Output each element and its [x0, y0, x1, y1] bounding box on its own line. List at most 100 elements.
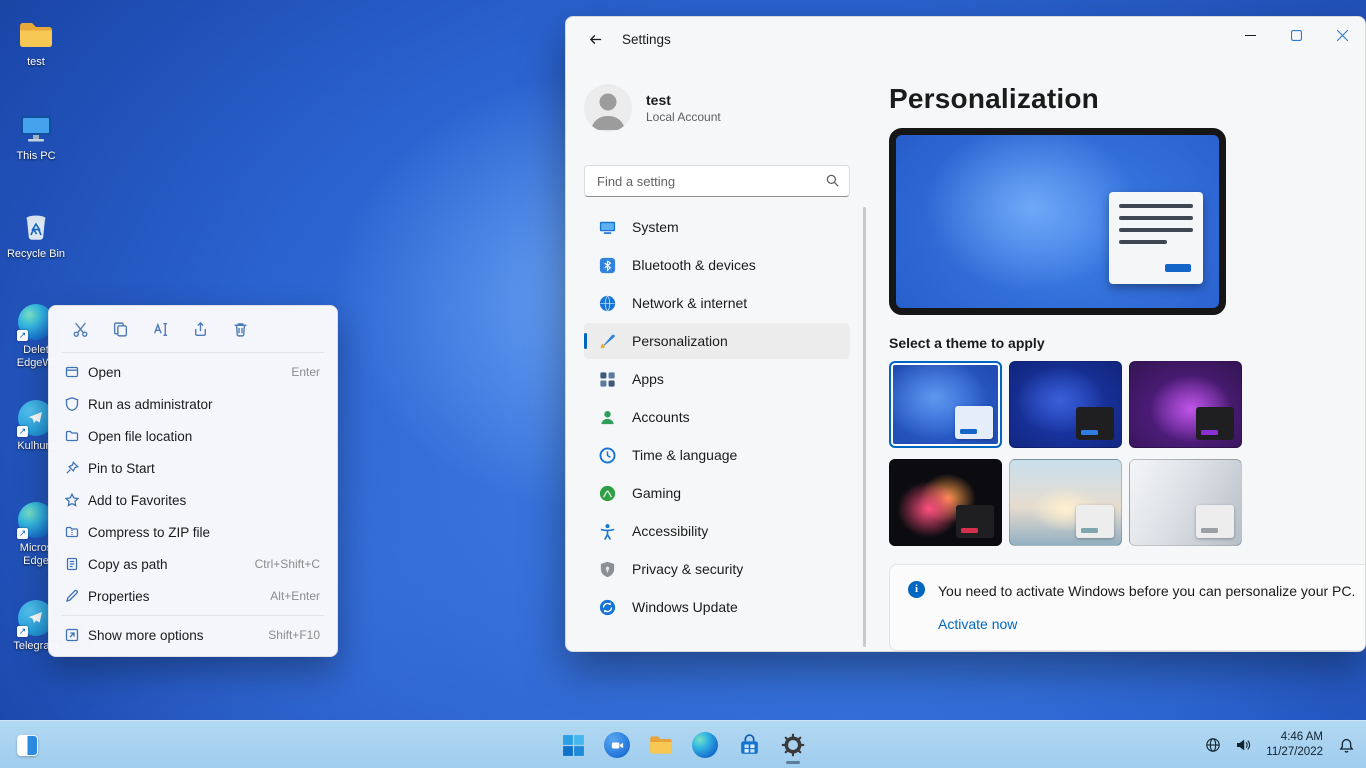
file-explorer-button[interactable]	[641, 725, 681, 765]
theme-thumbnail-6[interactable]	[1129, 459, 1242, 546]
widgets-icon[interactable]	[10, 729, 44, 761]
mock-accent-bar	[1165, 264, 1191, 272]
menu-item-copy-as-path[interactable]: Copy as path Ctrl+Shift+C	[54, 548, 332, 580]
menu-item-compress-to-zip[interactable]: Compress to ZIP file	[54, 516, 332, 548]
edge-button[interactable]	[685, 725, 725, 765]
account-type: Local Account	[646, 110, 721, 124]
sidebar-item-label: System	[632, 219, 679, 235]
theme-thumbnail-5[interactable]	[1009, 459, 1122, 546]
preview-mock-window	[1109, 192, 1203, 284]
windows-logo-icon	[562, 734, 584, 756]
menu-item-properties[interactable]: Properties Alt+Enter	[54, 580, 332, 612]
sidebar-item-accessibility[interactable]: Accessibility	[584, 513, 850, 549]
menu-item-shortcut: Enter	[291, 365, 320, 379]
settings-nav: System Bluetooth & devices Network & int…	[584, 209, 850, 625]
sidebar-item-bluetooth-devices[interactable]: Bluetooth & devices	[584, 247, 850, 283]
maximize-button[interactable]	[1273, 17, 1319, 53]
menu-item-label: Show more options	[88, 627, 204, 643]
menu-item-label: Open	[88, 364, 122, 380]
desktop-icon-test-folder[interactable]: test	[0, 14, 72, 69]
theme-thumbnail-4[interactable]	[889, 459, 1002, 546]
settings-search-box	[584, 165, 850, 197]
chat-button[interactable]	[597, 725, 637, 765]
menu-item-shortcut: Shift+F10	[268, 628, 320, 642]
mock-text-line	[1119, 216, 1193, 220]
sidebar-item-apps[interactable]: Apps	[584, 361, 850, 397]
delete-button[interactable]	[224, 314, 257, 344]
shortcut-arrow-icon: ↗	[17, 426, 28, 437]
context-menu-quick-actions	[54, 311, 332, 349]
close-button[interactable]	[1319, 17, 1365, 53]
notification-bell-icon[interactable]	[1333, 732, 1360, 759]
desktop-icon-recycle-bin[interactable]: Recycle Bin	[0, 206, 72, 261]
theme-section-label: Select a theme to apply	[889, 335, 1045, 351]
sidebar-item-label: Time & language	[632, 447, 738, 463]
copy-button[interactable]	[104, 314, 137, 344]
start-button[interactable]	[553, 725, 593, 765]
sidebar-item-label: Accessibility	[632, 523, 709, 539]
shortcut-arrow-icon: ↗	[17, 528, 28, 539]
apps-grid-icon	[597, 369, 617, 389]
info-icon: i	[908, 581, 925, 598]
menu-item-shortcut: Alt+Enter	[270, 589, 320, 603]
shield-icon	[597, 559, 617, 579]
activate-now-link[interactable]: Activate now	[938, 616, 1017, 632]
theme-mini-window	[1196, 407, 1234, 440]
sidebar-item-label: Bluetooth & devices	[632, 257, 756, 273]
sidebar-item-accounts[interactable]: Accounts	[584, 399, 850, 435]
shortcut-arrow-icon: ↗	[17, 330, 28, 341]
menu-item-open-file-location[interactable]: Open file location	[54, 420, 332, 452]
user-account-row[interactable]: test Local Account	[584, 84, 850, 132]
menu-item-pin-to-start[interactable]: Pin to Start	[54, 452, 332, 484]
microsoft-store-button[interactable]	[729, 725, 769, 765]
theme-thumbnail-2[interactable]	[1009, 361, 1122, 448]
sidebar-item-label: Accounts	[632, 409, 690, 425]
mock-text-line	[1119, 228, 1193, 232]
title-bar: Settings	[566, 17, 1365, 61]
open-icon	[64, 364, 88, 380]
sidebar-item-system[interactable]: System	[584, 209, 850, 245]
date-label: 11/27/2022	[1266, 746, 1323, 758]
search-input[interactable]	[585, 173, 849, 189]
sidebar-item-network-internet[interactable]: Network & internet	[584, 285, 850, 321]
window-controls	[1227, 17, 1365, 53]
split-window-icon	[16, 734, 38, 756]
menu-item-label: Run as administrator	[88, 396, 213, 412]
clipboard-icon	[64, 556, 88, 572]
volume-icon[interactable]	[1230, 732, 1256, 758]
gear-icon	[781, 733, 805, 757]
menu-item-show-more-options[interactable]: Show more options Shift+F10	[54, 619, 332, 651]
desktop-background: test This PC Recycle Bin ↗ Delet EdgeWi …	[0, 0, 1366, 768]
pencil-icon	[64, 588, 88, 604]
sidebar-item-time-language[interactable]: Time & language	[584, 437, 850, 473]
shield-icon	[64, 396, 88, 412]
settings-button[interactable]	[773, 725, 813, 765]
update-arrows-icon	[597, 597, 617, 617]
sidebar-item-personalization[interactable]: Personalization	[584, 323, 850, 359]
xbox-icon	[597, 483, 617, 503]
sidebar-item-windows-update[interactable]: Windows Update	[584, 589, 850, 625]
taskbar: 4:46 AM 11/27/2022	[0, 720, 1366, 768]
menu-item-run-as-administrator[interactable]: Run as administrator	[54, 388, 332, 420]
user-name: test	[646, 92, 671, 108]
clock[interactable]: 4:46 AM 11/27/2022	[1260, 730, 1329, 760]
menu-item-add-to-favorites[interactable]: Add to Favorites	[54, 484, 332, 516]
sidebar-item-privacy-security[interactable]: Privacy & security	[584, 551, 850, 587]
settings-window: Settings test Local Account Find a setti…	[565, 16, 1366, 652]
sidebar-item-label: Windows Update	[632, 599, 738, 615]
rename-button[interactable]	[144, 314, 177, 344]
theme-thumbnail-1-selected[interactable]	[889, 361, 1002, 448]
network-globe-icon[interactable]	[1200, 732, 1226, 758]
system-icon	[597, 217, 617, 237]
share-button[interactable]	[184, 314, 217, 344]
desktop-icon-this-pc[interactable]: This PC	[0, 108, 72, 163]
cut-button[interactable]	[64, 314, 97, 344]
minimize-button[interactable]	[1227, 17, 1273, 53]
back-button[interactable]	[578, 24, 612, 54]
menu-item-open[interactable]: Open Enter	[54, 356, 332, 388]
star-icon	[64, 492, 88, 508]
menu-item-label: Compress to ZIP file	[88, 524, 211, 540]
sidebar-item-gaming[interactable]: Gaming	[584, 475, 850, 511]
theme-thumbnail-3[interactable]	[1129, 361, 1242, 448]
shortcut-arrow-icon: ↗	[17, 626, 28, 637]
